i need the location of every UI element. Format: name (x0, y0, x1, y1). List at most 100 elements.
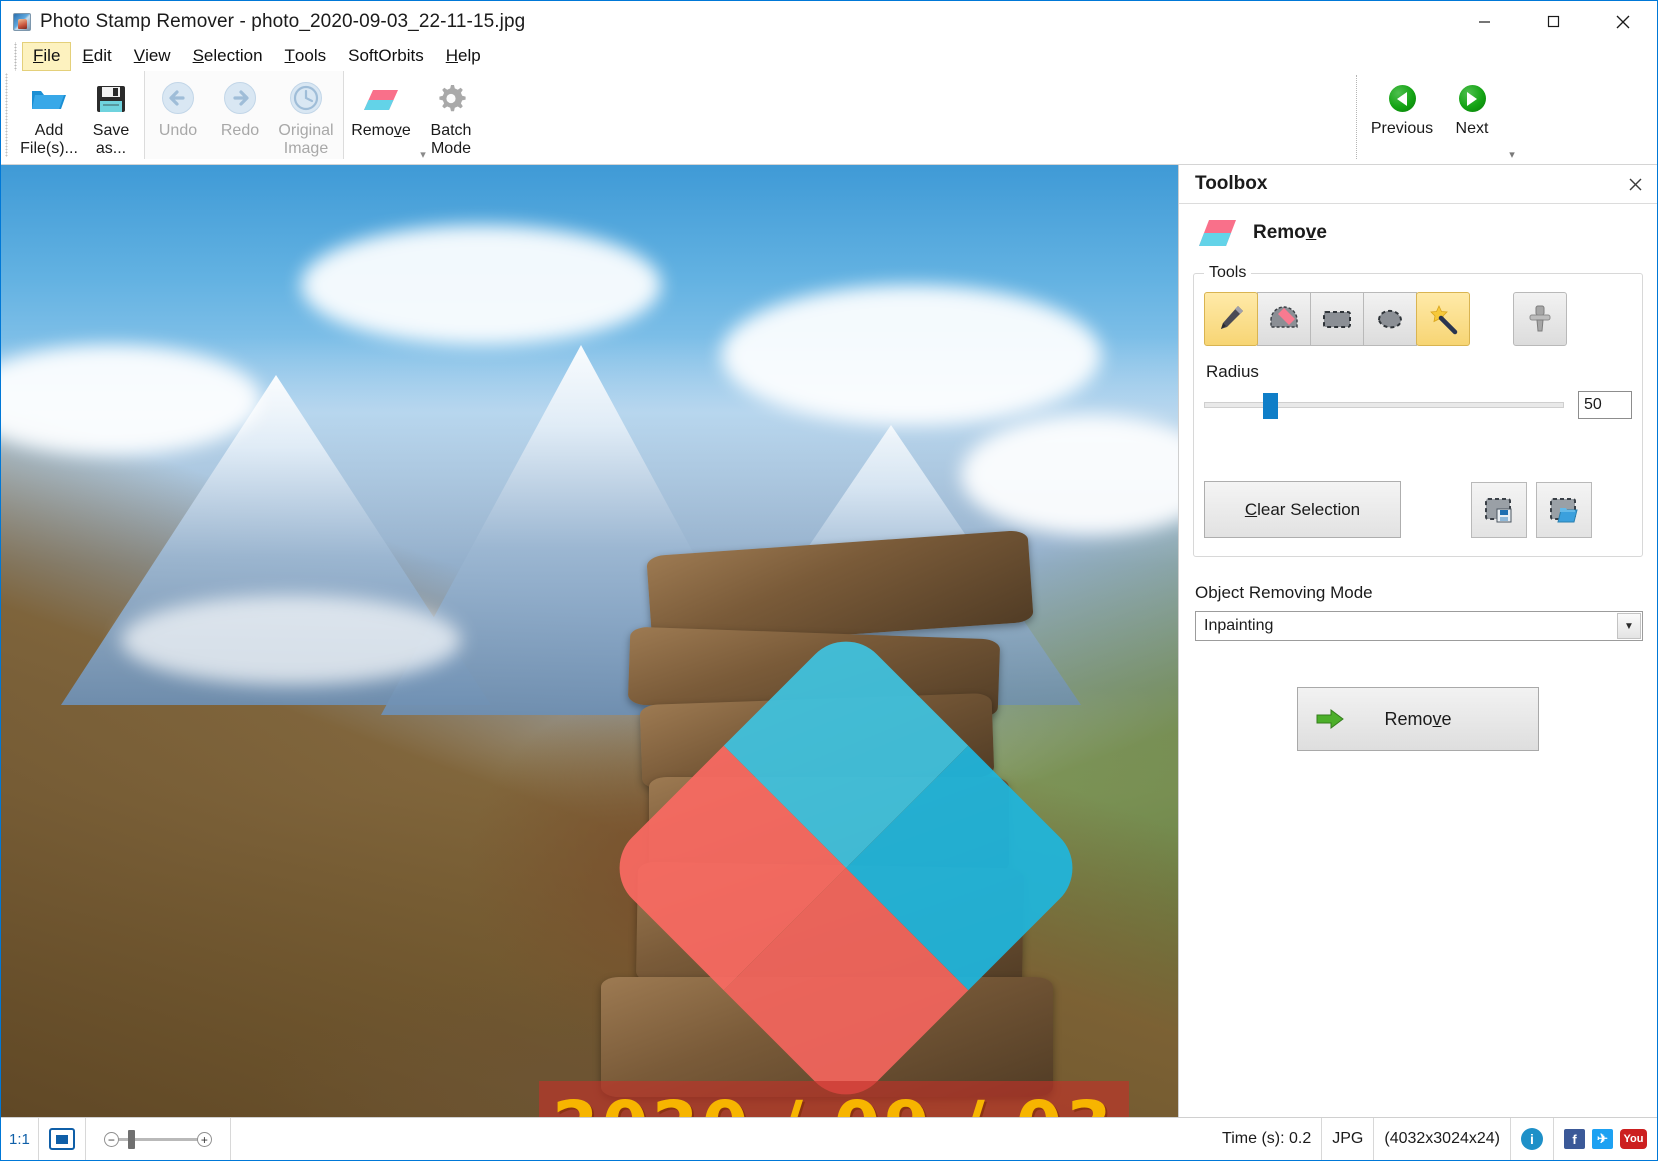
zoom-in-button[interactable]: + (197, 1132, 212, 1147)
menu-grip[interactable] (13, 42, 19, 71)
menu-item-file[interactable]: File (22, 42, 71, 71)
right-arrow-circle-icon (1459, 85, 1486, 112)
magic-wand-tool-button[interactable] (1416, 292, 1470, 346)
close-button[interactable] (1588, 1, 1657, 42)
menu-item-selection[interactable]: Selection (182, 42, 274, 71)
fit-to-window-icon (49, 1128, 75, 1150)
eraser-round-icon (1267, 302, 1301, 336)
tools-group-label: Tools (1204, 264, 1251, 282)
navigation-group: Previous Next (1356, 75, 1507, 159)
toolbox-close-icon[interactable] (1623, 172, 1647, 196)
minimize-button[interactable] (1450, 1, 1519, 42)
clock-history-icon (287, 79, 325, 117)
toolbar: Add File(s)... Save as... (1, 71, 1657, 165)
toolbox-header: Toolbox (1179, 165, 1657, 203)
tools-group: Tools (1193, 264, 1643, 557)
tool-buttons-row (1204, 292, 1632, 346)
ribbon-expand-chevron[interactable]: ▾ (1505, 150, 1519, 162)
green-arrow-icon (1316, 708, 1344, 730)
window-title: Photo Stamp Remover - photo_2020-09-03_2… (40, 11, 525, 33)
toolbox-panel: Toolbox Remove Tools (1179, 165, 1657, 1117)
toolbar-group-file: Add File(s)... Save as... (16, 71, 144, 159)
application-window: Photo Stamp Remover - photo_2020-09-03_2… (0, 0, 1658, 1161)
date-stamp-text: 2020 / 09 / 03 (552, 1087, 1116, 1118)
chevron-down-icon[interactable]: ▼ (1617, 613, 1641, 639)
tool-strip (1204, 292, 1469, 346)
window-controls (1450, 1, 1657, 42)
toolbar-grip[interactable] (5, 73, 12, 157)
radius-label: Radius (1206, 362, 1632, 382)
radius-slider[interactable] (1204, 391, 1564, 419)
next-button[interactable]: Next (1437, 75, 1507, 138)
open-folder-icon (30, 79, 68, 117)
app-icon (13, 13, 31, 31)
toolbar-overflow-chevron[interactable]: ▾ (416, 150, 430, 162)
remove-button[interactable]: Remove (1297, 687, 1539, 751)
info-icon: i (1521, 1128, 1543, 1150)
status-bar: 1:1 − + Time (s): 0.2 JPG (4032x3024x24)… (1, 1117, 1657, 1160)
save-as-label: Save as... (93, 122, 129, 157)
status-spacer (231, 1118, 1212, 1160)
previous-label: Previous (1371, 120, 1433, 138)
remove-toolbar-button[interactable]: Remove (346, 75, 416, 140)
rectangle-select-tool-button[interactable] (1310, 292, 1364, 346)
previous-button[interactable]: Previous (1367, 75, 1437, 138)
twitter-icon[interactable]: ✈ (1592, 1129, 1613, 1149)
zoom-out-button[interactable]: − (104, 1132, 119, 1147)
load-selection-button[interactable] (1536, 482, 1592, 538)
next-label: Next (1456, 120, 1489, 138)
zoom-slider[interactable]: − + (104, 1127, 212, 1151)
radius-slider-thumb[interactable] (1263, 393, 1278, 419)
selection-action-row: Clear Selection (1204, 481, 1632, 538)
gear-icon (432, 79, 470, 117)
menu-item-help[interactable]: Help (435, 42, 492, 71)
eraser-tool-button[interactable] (1257, 292, 1311, 346)
save-selection-button[interactable] (1471, 482, 1527, 538)
undo-button[interactable]: Undo (147, 75, 209, 140)
zoom-ratio-label[interactable]: 1:1 (1, 1118, 39, 1160)
clear-selection-button[interactable]: Clear Selection (1204, 481, 1401, 538)
zoom-slider-thumb[interactable] (128, 1130, 135, 1149)
toolbox-body: Remove Tools (1179, 203, 1657, 1117)
photo-image: 2020 / 09 / 03 (1, 165, 1178, 1117)
info-button[interactable]: i (1511, 1118, 1554, 1160)
status-format: JPG (1322, 1118, 1374, 1160)
radius-slider-track (1204, 402, 1564, 408)
object-removing-mode-select[interactable]: Inpainting ▼ (1195, 611, 1643, 641)
eraser-icon (1197, 218, 1237, 248)
redo-button[interactable]: Redo (209, 75, 271, 140)
image-canvas[interactable]: 2020 / 09 / 03 (1, 165, 1179, 1117)
remove-toolbar-label: Remove (351, 122, 411, 140)
menu-item-tools[interactable]: Tools (274, 42, 338, 71)
radius-input[interactable]: 50 (1578, 391, 1632, 419)
main-area: 2020 / 09 / 03 Toolbox (1, 165, 1657, 1117)
pencil-tool-button[interactable] (1204, 292, 1258, 346)
save-as-button[interactable]: Save as... (80, 75, 142, 157)
marquee-rectangle-icon (1320, 302, 1354, 336)
social-links: f ✈ You (1554, 1118, 1657, 1160)
object-removing-mode-label: Object Removing Mode (1195, 583, 1657, 603)
status-dimensions: (4032x3024x24) (1374, 1118, 1511, 1160)
toolbox-mode-header: Remove (1179, 204, 1657, 264)
maximize-button[interactable] (1519, 1, 1588, 42)
menu-bar: File Edit View Selection Tools SoftOrbit… (1, 42, 1657, 71)
redo-arrow-icon (221, 79, 259, 117)
menu-item-view[interactable]: View (123, 42, 182, 71)
fit-to-window-button[interactable] (39, 1118, 86, 1160)
toolbar-group-history: Undo Redo Origi (144, 71, 344, 159)
batch-mode-button[interactable]: Batch Mode (416, 75, 486, 157)
clone-stamp-tool-button[interactable] (1513, 292, 1567, 346)
add-files-button[interactable]: Add File(s)... (18, 75, 80, 157)
floppy-disk-icon (92, 79, 130, 117)
magic-wand-icon (1426, 302, 1460, 336)
menu-item-edit[interactable]: Edit (71, 42, 122, 71)
toolbar-group-actions: Remove Batch Mode ▾ (344, 71, 488, 159)
lasso-select-tool-button[interactable] (1363, 292, 1417, 346)
facebook-icon[interactable]: f (1564, 1129, 1585, 1149)
pencil-icon (1214, 302, 1248, 336)
menu-item-softorbits[interactable]: SoftOrbits (337, 42, 435, 71)
original-image-button[interactable]: Original Image (271, 75, 341, 157)
youtube-icon[interactable]: You (1620, 1129, 1647, 1149)
title-bar: Photo Stamp Remover - photo_2020-09-03_2… (1, 1, 1657, 42)
original-image-label: Original Image (278, 122, 333, 157)
